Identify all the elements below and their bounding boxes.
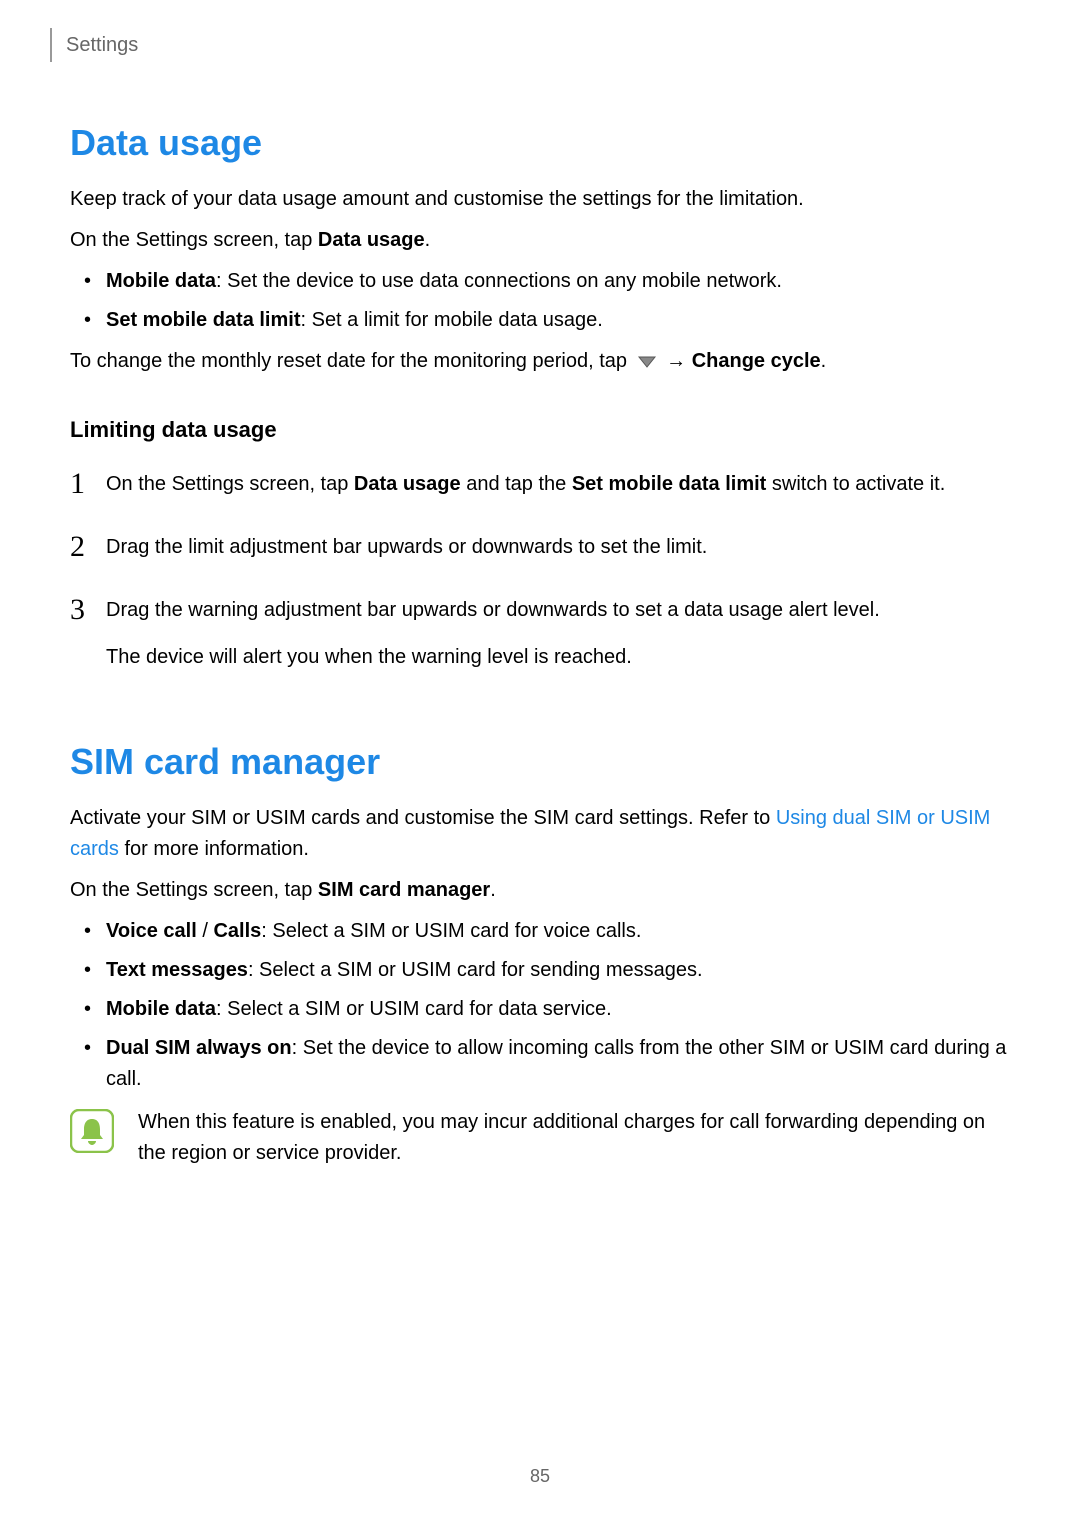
bullet-bold: Dual SIM always on — [106, 1037, 292, 1059]
section-heading-data-usage: Data usage — [70, 122, 1010, 164]
intro2-post: . — [425, 229, 431, 251]
sim-intro-2: On the Settings screen, tap SIM card man… — [70, 875, 1010, 906]
step-part: Drag the warning adjustment bar upwards … — [106, 599, 880, 621]
bullet-bold: Mobile data — [106, 270, 216, 292]
reset-pre: To change the monthly reset date for the… — [70, 350, 633, 372]
step-part: On the Settings screen, tap — [106, 473, 354, 495]
step-content: On the Settings screen, tap Data usage a… — [106, 469, 1010, 500]
note-bell-icon — [70, 1109, 114, 1158]
step-content: Drag the limit adjustment bar upwards or… — [106, 532, 1010, 563]
list-item: Dual SIM always on: Set the device to al… — [106, 1033, 1010, 1095]
sub-heading-limiting: Limiting data usage — [70, 417, 1010, 443]
list-item: Mobile data: Select a SIM or USIM card f… — [106, 994, 1010, 1025]
bullet-text: : Select a SIM or USIM card for sending … — [248, 959, 703, 981]
step-part-bold: Data usage — [354, 473, 461, 495]
intro2-bold: Data usage — [318, 229, 425, 251]
bullet-text: : Set the device to use data connections… — [216, 270, 782, 292]
list-item: Text messages: Select a SIM or USIM card… — [106, 955, 1010, 986]
step-part: Drag the limit adjustment bar upwards or… — [106, 536, 707, 558]
reset-bold: Change cycle — [692, 350, 821, 372]
page-number: 85 — [0, 1466, 1080, 1487]
bullet-text: : Select a SIM or USIM card for voice ca… — [261, 920, 641, 942]
section-heading-sim: SIM card manager — [70, 741, 1010, 783]
note-text: When this feature is enabled, you may in… — [138, 1107, 1010, 1169]
bullet-bold: Text messages — [106, 959, 248, 981]
list-item: Mobile data: Set the device to use data … — [106, 266, 1010, 297]
step-part-bold: Set mobile data limit — [572, 473, 766, 495]
bullet-list-data-usage: Mobile data: Set the device to use data … — [70, 266, 1010, 336]
bullet-bold2: Calls — [213, 920, 261, 942]
page-header: Settings — [50, 28, 1010, 62]
step-number: 3 — [70, 595, 106, 625]
header-divider — [50, 28, 52, 62]
step-3: 3 Drag the warning adjustment bar upward… — [70, 595, 1010, 673]
breadcrumb: Settings — [66, 28, 138, 57]
step-number: 1 — [70, 469, 106, 499]
bullet-slash: / — [197, 920, 214, 942]
bullet-text: : Select a SIM or USIM card for data ser… — [216, 998, 612, 1020]
bullet-bold: Mobile data — [106, 998, 216, 1020]
step-2: 2 Drag the limit adjustment bar upwards … — [70, 532, 1010, 563]
intro-text-2: On the Settings screen, tap Data usage. — [70, 225, 1010, 256]
bullet-text: : Set a limit for mobile data usage. — [300, 309, 602, 331]
sim-intro-part: Activate your SIM or USIM cards and cust… — [70, 807, 776, 829]
bullet-bold: Voice call — [106, 920, 197, 942]
step-1: 1 On the Settings screen, tap Data usage… — [70, 469, 1010, 500]
reset-date-text: To change the monthly reset date for the… — [70, 346, 1010, 377]
sim-intro2-bold: SIM card manager — [318, 879, 490, 901]
step-number: 2 — [70, 532, 106, 562]
reset-post: . — [821, 350, 827, 372]
step-part: switch to activate it. — [766, 473, 945, 495]
list-item: Voice call / Calls: Select a SIM or USIM… — [106, 916, 1010, 947]
step-content: Drag the warning adjustment bar upwards … — [106, 595, 1010, 673]
intro2-pre: On the Settings screen, tap — [70, 229, 318, 251]
chevron-down-icon — [637, 355, 657, 369]
sim-intro: Activate your SIM or USIM cards and cust… — [70, 803, 1010, 865]
step-part: and tap the — [461, 473, 572, 495]
bullet-bold: Set mobile data limit — [106, 309, 300, 331]
list-item: Set mobile data limit: Set a limit for m… — [106, 305, 1010, 336]
reset-arrow: → — [661, 350, 692, 372]
note-block: When this feature is enabled, you may in… — [70, 1107, 1010, 1169]
sim-intro2-pre: On the Settings screen, tap — [70, 879, 318, 901]
intro-text-1: Keep track of your data usage amount and… — [70, 184, 1010, 215]
sim-intro2-post: . — [490, 879, 496, 901]
sim-intro-part: for more information. — [119, 838, 309, 860]
step-sub-para: The device will alert you when the warni… — [106, 642, 1010, 673]
bullet-list-sim: Voice call / Calls: Select a SIM or USIM… — [70, 916, 1010, 1095]
